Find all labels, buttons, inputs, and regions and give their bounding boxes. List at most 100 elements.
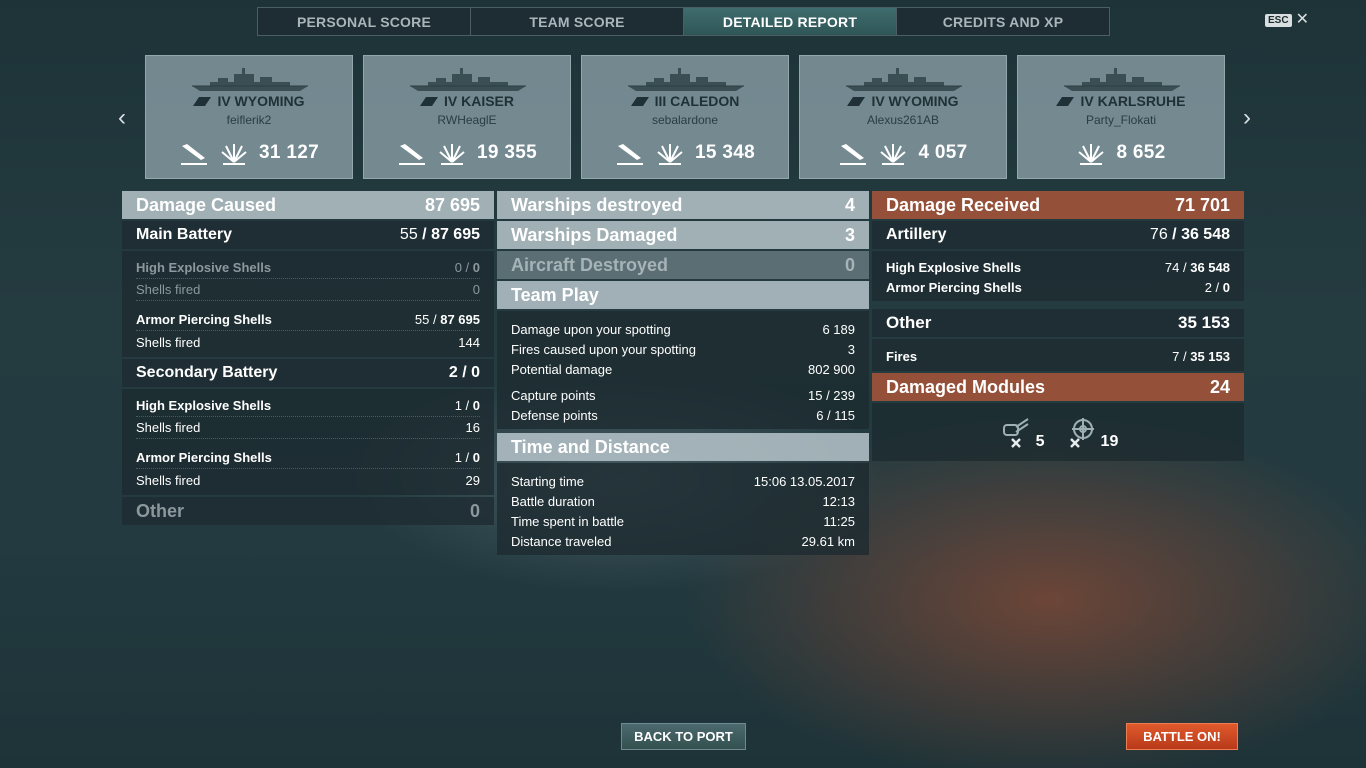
player-name: RWHeaglE: [437, 113, 497, 127]
module-item: 19: [1063, 415, 1118, 451]
ship-card[interactable]: IV KAISER RWHeaglE 19 355: [363, 55, 571, 179]
damage-received-header: Damage Received 71 701: [872, 191, 1244, 219]
battle-on-button[interactable]: BATTLE ON!: [1126, 723, 1238, 750]
damage-received-panel: Damage Received 71 701 Artillery 76 / 36 …: [872, 191, 1244, 461]
ship-class-icon: [193, 96, 212, 106]
secondary-battery-label: Secondary Battery: [136, 364, 278, 381]
damage-explosion-icon: [221, 144, 247, 165]
ship-sunk-icon: [840, 144, 867, 165]
tab-team-score[interactable]: TEAM SCORE: [471, 8, 684, 35]
esc-close-button[interactable]: ESC ✕: [1265, 11, 1309, 28]
other-received-header: Other 35 153: [872, 309, 1244, 337]
mb-he-row: High Explosive Shells 0 / 0: [136, 257, 480, 279]
ship-damage-value: 4 057: [918, 142, 968, 163]
aircraft-destroyed-row: Aircraft Destroyed 0: [497, 251, 869, 279]
ship-card-stats: 15 348: [582, 140, 788, 166]
ship-card-stats: 4 057: [800, 140, 1006, 166]
secondary-battery-details: High Explosive Shells 1 / 0 Shells fired…: [122, 389, 494, 495]
warships-damaged-row: Warships Damaged 3: [497, 221, 869, 249]
secondary-battery-header: Secondary Battery 2 / 0: [122, 359, 494, 387]
ship-class-icon: [1056, 96, 1075, 106]
ship-class-icon: [630, 96, 649, 106]
ship-silhouette-icon: [628, 68, 744, 91]
player-name: feiflerik2: [226, 113, 272, 127]
damage-explosion-icon: [657, 144, 683, 165]
damage-explosion-icon: [880, 144, 907, 165]
report-tabs: PERSONAL SCORE TEAM SCORE DETAILED REPOR…: [257, 7, 1110, 36]
ship-class-icon: [419, 96, 438, 106]
time-distance-header: Time and Distance: [497, 433, 869, 461]
ship-silhouette-icon: [192, 68, 308, 91]
gun-module-icon: [1002, 418, 1029, 448]
damaged-modules-header: Damaged Modules 24: [872, 373, 1244, 401]
other-caused-value: 0: [469, 500, 480, 521]
main-battery-label: Main Battery: [136, 226, 233, 243]
ship-card-stats: 19 355: [364, 140, 570, 166]
close-icon: ✕: [1295, 11, 1309, 28]
team-play-row: Potential damage 802 900: [511, 361, 855, 377]
ship-name: IV KARLSRUHE: [1018, 93, 1224, 109]
carousel-next-arrow-icon[interactable]: ›: [1237, 104, 1257, 132]
mb-he-fired-row: Shells fired 0: [136, 279, 480, 301]
tab-personal-score[interactable]: PERSONAL SCORE: [258, 8, 471, 35]
ship-damage-value: 19 355: [477, 142, 537, 163]
other-received-details: Fires 7 / 35 153: [872, 339, 1244, 371]
ship-name: IV WYOMING: [146, 93, 352, 109]
time-row: Battle duration 12:13: [511, 493, 855, 509]
time-distance-details: Starting time 15:06 13.05.2017 Battle dur…: [497, 463, 869, 555]
ship-card[interactable]: IV WYOMING Alexus261AB 4 057: [799, 55, 1007, 179]
damage-caused-value: 87 695: [424, 194, 480, 215]
main-battery-value: 55 / 87 695: [399, 226, 480, 243]
ship-sunk-icon: [399, 144, 426, 165]
ship-sunk-icon: [181, 144, 208, 165]
time-row: Distance traveled 29.61 km: [511, 533, 855, 549]
ship-card[interactable]: IV KARLSRUHE Party_Flokati 8 652: [1017, 55, 1225, 179]
ship-damage-value: 31 127: [259, 142, 319, 163]
main-battery-header: Main Battery 55 / 87 695: [122, 221, 494, 249]
ship-name: III CALEDON: [582, 93, 788, 109]
player-name: Alexus261AB: [866, 113, 940, 127]
team-play-row: Capture points 15 / 239: [511, 387, 855, 403]
damage-explosion-icon: [439, 144, 465, 165]
damage-caused-panel: Damage Caused 87 695 Main Battery 55 / 8…: [122, 191, 494, 527]
ship-name: IV WYOMING: [800, 93, 1006, 109]
fires-row: Fires 7 / 35 153: [886, 348, 1230, 364]
ship-silhouette-icon: [846, 68, 962, 91]
main-battery-details: High Explosive Shells 0 / 0 Shells fired…: [122, 251, 494, 357]
mb-ap-row: Armor Piercing Shells 55 / 87 695: [136, 309, 480, 331]
ship-silhouette-icon: [1064, 68, 1180, 91]
time-row: Starting time 15:06 13.05.2017: [511, 473, 855, 489]
damage-explosion-icon: [1078, 144, 1105, 165]
tab-credits-and-xp[interactable]: CREDITS AND XP: [897, 8, 1109, 35]
tab-detailed-report[interactable]: DETAILED REPORT: [684, 8, 897, 35]
damaged-modules-list: 5 19: [872, 403, 1244, 461]
carousel-prev-arrow-icon[interactable]: ‹: [112, 104, 132, 132]
module-item: 5: [998, 415, 1045, 451]
battle-summary-panel: Warships destroyed 4 Warships Damaged 3 Ai…: [497, 191, 869, 557]
ship-card-stats: 8 652: [1018, 140, 1224, 166]
team-play-header: Team Play: [497, 281, 869, 309]
sb-ap-row: Armor Piercing Shells 1 / 0: [136, 447, 480, 469]
artillery-details: High Explosive Shells 74 / 36 548 Armor …: [872, 251, 1244, 301]
sb-he-row: High Explosive Shells 1 / 0: [136, 395, 480, 417]
warships-destroyed-row: Warships destroyed 4: [497, 191, 869, 219]
back-to-port-button[interactable]: BACK TO PORT: [621, 723, 746, 750]
sb-ap-fired-row: Shells fired 29: [136, 472, 480, 488]
ship-card-stats: 31 127: [146, 140, 352, 166]
damage-caused-header: Damage Caused 87 695: [122, 191, 494, 219]
ship-card[interactable]: IV WYOMING feiflerik2 31 127: [145, 55, 353, 179]
ship-damage-value: 15 348: [695, 142, 755, 163]
artillery-he-row: High Explosive Shells 74 / 36 548: [886, 259, 1230, 275]
ship-card[interactable]: III CALEDON sebalardone 15 348: [581, 55, 789, 179]
secondary-battery-value: 2 / 0: [448, 364, 480, 381]
damage-caused-label: Damage Caused: [136, 194, 277, 215]
esc-key-icon: ESC: [1265, 13, 1292, 27]
team-play-row: Damage upon your spotting 6 189: [511, 321, 855, 337]
ship-name: IV KAISER: [364, 93, 570, 109]
time-row: Time spent in battle 11:25: [511, 513, 855, 529]
team-play-details: Damage upon your spotting 6 189 Fires cau…: [497, 311, 869, 429]
ship-damage-value: 8 652: [1116, 142, 1166, 163]
other-caused-header: Other 0: [122, 497, 494, 525]
player-name: Party_Flokati: [1085, 113, 1157, 127]
artillery-ap-row: Armor Piercing Shells 2 / 0: [886, 279, 1230, 295]
